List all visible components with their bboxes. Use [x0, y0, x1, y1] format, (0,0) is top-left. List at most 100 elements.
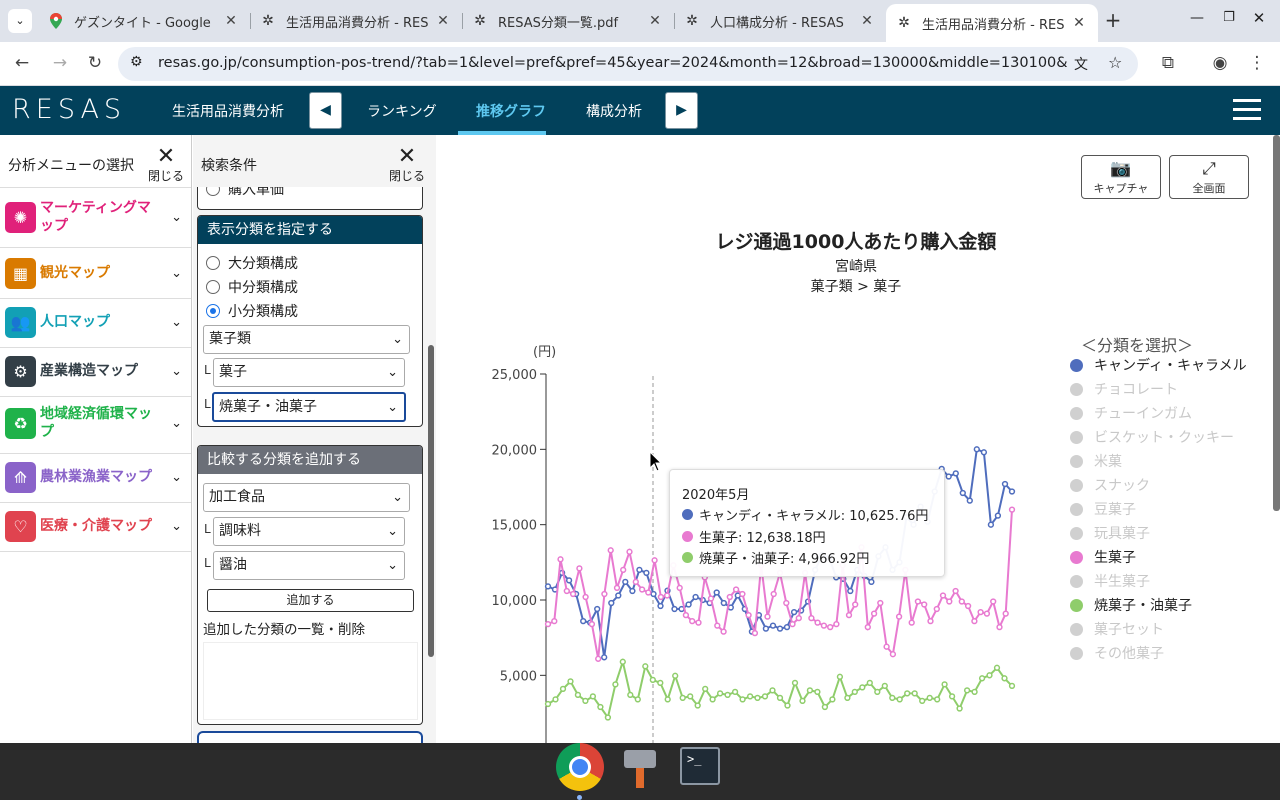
chevron-down-icon: ⌄ [171, 314, 182, 330]
main-scrollbar[interactable] [1273, 135, 1280, 511]
chevron-down-icon: ⌄ [387, 365, 398, 380]
display-classification-heading: 表示分類を指定する [198, 216, 422, 244]
omnibox[interactable]: ⚙ resas.go.jp/consumption-pos-trend/?tab… [118, 47, 1138, 81]
legend-item[interactable]: 半生菓子 [1070, 571, 1150, 591]
select-compare-broad[interactable]: 加工食品 ⌄ [203, 483, 410, 512]
legend-item[interactable]: キャンディ・キャラメル [1070, 355, 1247, 375]
menu-tourism-map[interactable]: ▦ 観光マップ ⌄ [0, 253, 192, 293]
tab-ranking[interactable]: ランキング [367, 101, 437, 121]
legend-item[interactable]: 豆菓子 [1070, 499, 1136, 519]
select-middle-category[interactable]: 菓子 ⌄ [213, 358, 405, 387]
plus-icon: + [1104, 8, 1122, 32]
maximize-button[interactable]: ❐ [1220, 10, 1238, 25]
radio-minor-classification[interactable]: 小分類構成 [206, 301, 298, 321]
plant-icon: ⟰ [5, 461, 36, 493]
legend-item[interactable]: 米菓 [1070, 451, 1122, 471]
browser-menu-icon[interactable]: ⋮ [1245, 53, 1269, 73]
legend-item[interactable]: ビスケット・クッキー [1070, 427, 1234, 447]
terminal-app-icon[interactable]: >_ [680, 747, 720, 785]
menu-population-map[interactable]: 👥 人口マップ ⌄ [0, 302, 192, 342]
chrome-app-icon[interactable] [556, 743, 604, 791]
close-tab-icon[interactable]: ✕ [858, 13, 876, 29]
hamburger-menu-icon[interactable] [1233, 99, 1261, 121]
back-icon[interactable]: ← [10, 53, 34, 73]
measure-box: 購入単価 [197, 187, 423, 210]
resas-icon: ✲ [686, 13, 698, 29]
legend-label: ビスケット・クッキー [1094, 430, 1234, 446]
browser-tab-5-active[interactable]: ✲ 生活用品消費分析 - RES ✕ [886, 4, 1098, 42]
forward-icon[interactable]: → [48, 53, 72, 73]
nav-next-button[interactable]: ▶ [665, 92, 698, 129]
select-minor-category[interactable]: 焼菓子・油菓子 ⌄ [212, 392, 406, 422]
menu-medical-map[interactable]: ♡ 医療・介護マップ ⌄ [0, 506, 192, 546]
extensions-icon[interactable]: ⧉ [1156, 53, 1180, 73]
expand-icon: ⤢ [1202, 159, 1216, 179]
legend-item[interactable]: スナック [1070, 475, 1150, 495]
tab-search-button[interactable]: ⌄ [8, 9, 32, 33]
legend-title: ＜分類を選択＞ [1081, 336, 1194, 355]
compare-classification-box: 比較する分類を追加する 加工食品 ⌄ L 調味料 ⌄ L 醤油 ⌄ 追加する 追… [197, 445, 423, 725]
legend-label: 生菓子 [1094, 550, 1136, 566]
select-broad-category[interactable]: 菓子類 ⌄ [203, 325, 410, 354]
map-icon: ▦ [5, 257, 36, 289]
minimize-button[interactable]: — [1188, 10, 1206, 26]
resas-logo[interactable]: RESAS [12, 94, 126, 125]
legend-item[interactable]: チューインガム [1070, 403, 1192, 423]
legend-marker [1070, 550, 1083, 564]
radio-major-classification[interactable]: 大分類構成 [206, 253, 298, 273]
select-compare-minor[interactable]: 醤油 ⌄ [213, 551, 405, 580]
close-tab-icon[interactable]: ✕ [434, 13, 452, 29]
bookmark-star-icon[interactable]: ☆ [1108, 53, 1122, 72]
analysis-menu-close-button[interactable]: ✕ 閉じる [146, 146, 186, 184]
chevron-down-icon: ⌄ [171, 415, 182, 431]
radio-unit-price[interactable]: 購入単価 [206, 187, 284, 199]
tab-trend-graph[interactable]: 推移グラフ [476, 101, 546, 121]
radio-middle-classification[interactable]: 中分類構成 [206, 277, 298, 297]
new-tab-button[interactable]: + [1102, 9, 1124, 31]
add-classification-button[interactable]: 追加する [207, 589, 414, 612]
mouse-cursor [649, 451, 663, 472]
legend-label: 菓子セット [1094, 622, 1164, 638]
profile-icon[interactable]: ◉ [1208, 53, 1232, 73]
legend-item[interactable]: 菓子セット [1070, 619, 1164, 639]
resas-icon: ✲ [262, 13, 274, 29]
menu-agriculture-map[interactable]: ⟰ 農林業漁業マップ ⌄ [0, 457, 192, 497]
window-close-button[interactable]: ✕ [1250, 9, 1268, 27]
files-app-icon[interactable] [620, 748, 658, 788]
menu-regional-economy-map[interactable]: ♻ 地域経済循環マップ ⌄ [0, 403, 192, 443]
reload-icon[interactable]: ↻ [83, 53, 107, 73]
nav-section-title[interactable]: 生活用品消費分析 [172, 101, 284, 121]
select-compare-middle[interactable]: 調味料 ⌄ [213, 517, 405, 546]
tooltip-row: キャンディ・キャラメル: 10,625.76円 [682, 505, 928, 524]
menu-industry-map[interactable]: ⚙ 産業構造マップ ⌄ [0, 351, 192, 391]
legend-marker [1070, 598, 1083, 612]
tab-composition[interactable]: 構成分析 [586, 101, 642, 121]
search-panel-scrollbar[interactable] [428, 345, 434, 657]
search-conditions-title: 検索条件 [201, 158, 257, 174]
close-tab-icon[interactable]: ✕ [222, 13, 240, 29]
browser-tab-1[interactable]: ゲズンタイト - Google ✕ [38, 4, 250, 38]
legend-label: チョコレート [1094, 382, 1178, 398]
legend-item[interactable]: その他菓子 [1070, 643, 1164, 663]
legend-item[interactable]: 玩具菓子 [1070, 523, 1150, 543]
added-classifications-list[interactable] [203, 642, 418, 720]
capture-button[interactable]: 📷 キャプチャ [1081, 155, 1161, 199]
tooltip-row: 焼菓子・油菓子: 4,966.92円 [682, 548, 869, 567]
menu-marketing-map[interactable]: ✺ マーケティングマップ ⌄ [0, 197, 192, 237]
browser-tab-3[interactable]: ✲ RESAS分類一覧.pdf ✕ [462, 4, 674, 38]
site-info-icon[interactable]: ⚙ [130, 54, 143, 70]
nav-prev-button[interactable]: ◀ [309, 92, 342, 129]
legend-item[interactable]: チョコレート [1070, 379, 1178, 399]
close-tab-icon[interactable]: ✕ [646, 13, 664, 29]
legend-item[interactable]: 生菓子 [1070, 547, 1136, 567]
url-text[interactable]: resas.go.jp/consumption-pos-trend/?tab=1… [158, 55, 1068, 71]
browser-tab-2[interactable]: ✲ 生活用品消費分析 - RES ✕ [250, 4, 462, 38]
legend-item[interactable]: 焼菓子・油菓子 [1070, 595, 1192, 615]
translate-icon[interactable]: 文 [1074, 54, 1088, 74]
chevron-down-icon: ⌄ [392, 332, 403, 347]
chart-subtitle-prefecture: 宮崎県 [835, 259, 877, 275]
browser-tab-4[interactable]: ✲ 人口構成分析 - RESAS ✕ [674, 4, 886, 38]
close-tab-icon[interactable]: ✕ [1070, 15, 1088, 31]
search-panel-close-button[interactable]: ✕ 閉じる [387, 146, 427, 184]
fullscreen-button[interactable]: ⤢ 全画面 [1169, 155, 1249, 199]
